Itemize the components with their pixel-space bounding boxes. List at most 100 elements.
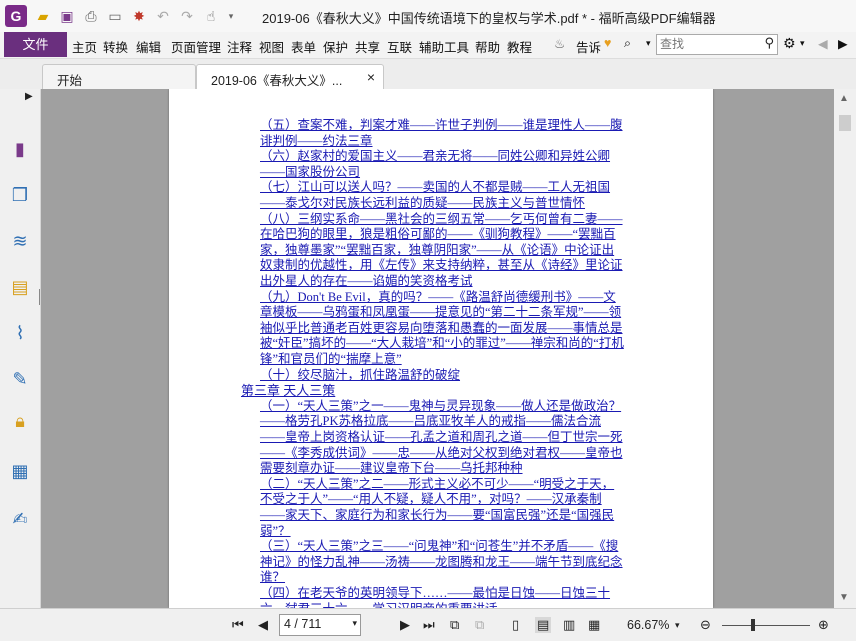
previous-view-icon[interactable]: ⧉ bbox=[450, 617, 459, 633]
redo-icon[interactable]: ↷ bbox=[178, 7, 196, 25]
lightbulb-icon[interactable]: ♨ bbox=[554, 36, 565, 51]
toc-entry-link[interactable]: 家，独尊墨家”“罢黜百家，独尊阴阳家”——从《论语》中论证出 bbox=[260, 243, 614, 258]
page-dropdown-icon[interactable]: ▾ bbox=[352, 618, 357, 629]
menu-home[interactable]: 主页 bbox=[72, 37, 97, 56]
single-page-icon[interactable]: ▯ bbox=[512, 617, 519, 633]
scroll-up-icon[interactable]: ▲ bbox=[839, 93, 849, 104]
pdf-page[interactable]: （五）查案不难，判案才难——许世子判例——谁是理性人——腹 诽判例——约法三章 （六… bbox=[169, 89, 713, 608]
toc-entry-link[interactable]: 谁？ bbox=[260, 570, 285, 585]
toc-entry-link[interactable]: ——格劳孔PK苏格拉底——吕底亚牧羊人的戒指——儒法合流 bbox=[260, 414, 601, 429]
toc-entry-link[interactable]: 出外星人的存在——谄媚的笑资格考试 bbox=[260, 274, 473, 289]
menu-page-management[interactable]: 页面管理 bbox=[171, 37, 221, 56]
zoom-level[interactable]: 66.67% bbox=[627, 618, 669, 632]
print-icon[interactable]: ⎙ bbox=[82, 7, 100, 25]
scroll-down-icon[interactable]: ▼ bbox=[839, 592, 849, 603]
tell-me-label[interactable]: 告诉 bbox=[576, 37, 601, 56]
toc-entry-link[interactable]: （七）江山可以送人吗？——卖国的人不都是贼——工人无祖国 bbox=[260, 180, 610, 195]
toc-entry-link[interactable]: ——皇帝上岗资格认证——孔孟之道和周孔之道——但丁世宗一死 bbox=[260, 430, 623, 445]
close-icon[interactable]: × bbox=[367, 69, 375, 85]
chevron-down-icon[interactable]: ▾ bbox=[646, 38, 651, 49]
menu-edit[interactable]: 编辑 bbox=[136, 37, 161, 56]
next-view-icon[interactable]: ⧉ bbox=[475, 617, 484, 633]
save-icon[interactable]: ▣ bbox=[58, 7, 76, 25]
toc-entry-link[interactable]: ——泰戈尔对民族长远利益的质疑——民族主义与普世情怀 bbox=[260, 196, 585, 211]
page-thumbnails-icon[interactable]: ▮ bbox=[8, 137, 32, 161]
tab-document[interactable]: 2019-06《春秋大义》... × bbox=[196, 64, 384, 90]
last-page-icon[interactable]: ⏭ bbox=[423, 617, 435, 633]
tab-start[interactable]: 开始 bbox=[42, 64, 196, 90]
settings-dropdown-icon[interactable]: ▾ bbox=[800, 38, 805, 49]
comments-icon[interactable]: ▤ bbox=[8, 275, 32, 299]
toc-entry-link[interactable]: 需要刻章办证——建议皇帝下台——乌托邦种种 bbox=[260, 461, 523, 476]
toc-entry-link[interactable]: （四）在老天爷的英明领导下……——最怕是日蚀——日蚀三十 bbox=[260, 586, 610, 601]
toc-entry-link[interactable]: 被“奸臣”搞坏的——“大人栽培”和“小的罪过”——禅宗和尚的“打机 bbox=[260, 336, 624, 351]
toc-entry-link[interactable]: 袖似乎比普通老百姓更容易向堕落和愚蠢的一面发展——事情总是 bbox=[260, 321, 623, 336]
form-fields-icon[interactable]: ▦ bbox=[8, 459, 32, 483]
app-logo[interactable]: G bbox=[5, 5, 27, 27]
ribbon-left-icon[interactable]: ◀ bbox=[818, 36, 828, 51]
zoom-in-icon[interactable]: ⊕ bbox=[818, 617, 829, 633]
toc-entry-link[interactable]: （一）“天人三策”之一——鬼神与灵异现象——做人还是做政治？ bbox=[260, 399, 621, 414]
hand-tool-icon[interactable]: ☝ bbox=[202, 7, 220, 25]
copy-pages-icon[interactable]: ❐ bbox=[8, 183, 32, 207]
previous-page-icon[interactable]: ◀ bbox=[258, 617, 268, 633]
toc-entry-link[interactable]: ——家天下、家庭行为和家长行为——要“国富民强”还是“国强民 bbox=[260, 508, 614, 523]
search-icon[interactable]: ⚲ bbox=[764, 35, 774, 51]
menu-tutorial[interactable]: 教程 bbox=[507, 37, 532, 56]
toc-entry-link[interactable]: 不受之于人”——“用人不疑，疑人不用”，对吗？——汉承秦制 bbox=[260, 492, 602, 507]
continuous-page-icon[interactable]: ▤ bbox=[535, 617, 552, 633]
heart-icon[interactable]: ♥ bbox=[604, 36, 611, 50]
toc-entry-link[interactable]: 在哈巴狗的眼里，狼是粗俗可鄙的——《驯狗教程》——“罢黜百 bbox=[260, 227, 616, 242]
dropdown-icon[interactable]: ▾ bbox=[222, 7, 240, 25]
toc-entry-link[interactable]: 章模板——乌鸦蛋和凤凰蛋——提意见的“第二十二条军规”——领 bbox=[260, 305, 621, 320]
scroll-thumb[interactable] bbox=[839, 115, 851, 131]
toc-entry-link[interactable]: 诽判例——约法三章 bbox=[260, 134, 373, 149]
menu-view[interactable]: 视图 bbox=[259, 37, 284, 56]
toc-entry-link[interactable]: （八）三纲实系命——黑社会的三纲五常——乞丐何曾有二妻—— bbox=[260, 212, 623, 227]
toc-entry-link[interactable]: ——《李秀成供词》——忠——从绝对父权到绝对君权——皇帝也 bbox=[260, 446, 623, 461]
zoom-dropdown-icon[interactable]: ▾ bbox=[675, 617, 680, 633]
attachments-icon[interactable]: ⌇ bbox=[8, 321, 32, 345]
vertical-scrollbar[interactable]: ▲ ▼ bbox=[834, 89, 856, 608]
toc-entry-link[interactable]: 锋”和官员们的“揣摩上意” bbox=[260, 352, 402, 367]
search-box[interactable]: ⚲ bbox=[656, 34, 778, 55]
toc-entry-link[interactable]: 奴隶制的优越性，用《左传》来支持纳粹，甚至从《诗经》里论证 bbox=[260, 258, 623, 273]
toc-entry-link[interactable]: ——国家股份公司 bbox=[260, 165, 360, 180]
toc-entry-link[interactable]: （九）Don't Be Evil，真的吗？——《路温舒尚德缓刑书》——文 bbox=[260, 290, 616, 305]
toc-chapter-link[interactable]: 第三章 天人三策 bbox=[241, 383, 335, 398]
continuous-facing-icon[interactable]: ▦ bbox=[588, 617, 600, 633]
menu-convert[interactable]: 转换 bbox=[103, 37, 128, 56]
search-input[interactable] bbox=[657, 35, 759, 52]
menu-connect[interactable]: 互联 bbox=[387, 37, 412, 56]
document-view[interactable]: （五）查案不难，判案才难——许世子判例——谁是理性人——腹 诽判例——约法三章 （六… bbox=[41, 89, 834, 608]
menu-help[interactable]: 帮助 bbox=[475, 37, 500, 56]
open-folder-icon[interactable]: ▰ bbox=[34, 7, 52, 25]
file-menu[interactable]: 文件 bbox=[4, 32, 67, 57]
gear-icon[interactable]: ⚙ bbox=[783, 35, 796, 52]
first-page-icon[interactable]: ⏮ bbox=[232, 617, 244, 633]
zoom-slider[interactable] bbox=[722, 625, 810, 626]
stamp-icon[interactable]: ✸ bbox=[130, 7, 148, 25]
toc-entry-link[interactable]: （六）赵家村的爱国主义——君亲无将——同姓公卿和异姓公卿 bbox=[260, 149, 610, 164]
zoom-out-icon[interactable]: ⊖ bbox=[700, 617, 711, 633]
toc-entry-link[interactable]: （二）“天人三策”之二——形式主义必不可少——“明受之于天， bbox=[260, 477, 614, 492]
toc-entry-link[interactable]: （三）“天人三策”之三——“问鬼神”和“问苍生”并不矛盾——《搜 bbox=[260, 539, 618, 554]
toc-entry-link[interactable]: 弱”？ bbox=[260, 524, 291, 539]
lock-icon[interactable]: 🔒︎ bbox=[8, 409, 32, 433]
menu-accessibility[interactable]: 辅助工具 bbox=[419, 37, 469, 56]
toc-entry-link[interactable]: 神记》的怪力乱神——汤祷——龙图腾和龙王——端午节到底纪念 bbox=[260, 555, 623, 570]
expand-panel-icon[interactable]: ▶ bbox=[25, 91, 33, 102]
menu-share[interactable]: 共享 bbox=[355, 37, 380, 56]
toc-entry-link[interactable]: （十）绞尽脑汁，抓住路温舒的破绽 bbox=[260, 368, 460, 383]
new-icon[interactable]: ▭ bbox=[106, 7, 124, 25]
panel-splitter[interactable] bbox=[39, 289, 40, 305]
menu-form[interactable]: 表单 bbox=[291, 37, 316, 56]
page-number-field[interactable]: 4 / 711 ▾ bbox=[279, 614, 361, 636]
layers-icon[interactable]: ≋ bbox=[8, 229, 32, 253]
edit-sign-icon[interactable]: ✍ bbox=[8, 507, 32, 531]
facing-pages-icon[interactable]: ▥ bbox=[563, 617, 575, 633]
search-mode-icon[interactable]: ⌕ bbox=[624, 36, 631, 51]
toc-entry-link[interactable]: （五）查案不难，判案才难——许世子判例——谁是理性人——腹 bbox=[260, 118, 623, 133]
next-page-icon[interactable]: ▶ bbox=[400, 617, 410, 633]
menu-protect[interactable]: 保护 bbox=[323, 37, 348, 56]
